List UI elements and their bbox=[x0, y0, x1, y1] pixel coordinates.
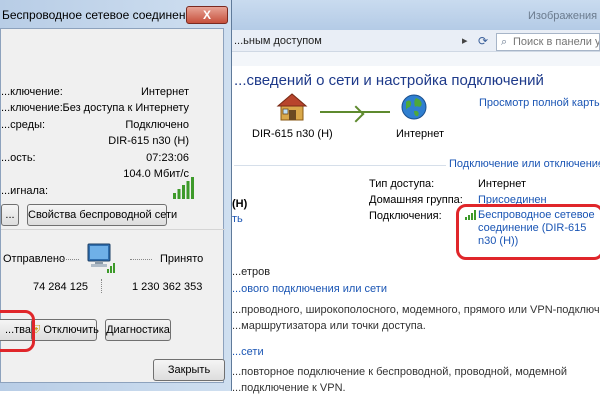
status-label: ...ключение: bbox=[1, 86, 63, 98]
change-settings-heading: ...етров bbox=[232, 266, 271, 278]
received-label: Принято bbox=[160, 253, 204, 265]
connection-line bbox=[320, 111, 390, 113]
connect-disconnect-link[interactable]: Подключение или отключение bbox=[449, 158, 600, 170]
section-divider bbox=[234, 165, 446, 166]
setup-connection-description: ...проводного, широкополосного, модемног… bbox=[232, 302, 600, 334]
search-box[interactable]: ⌕ bbox=[496, 33, 600, 51]
access-type-value: Интернет bbox=[478, 178, 526, 190]
activity-line bbox=[130, 259, 152, 260]
desc-line: ...подключение к VPN. bbox=[232, 382, 346, 394]
bg-window-title: Изображения bbox=[528, 10, 598, 22]
sent-bytes-value: 74 284 125 bbox=[33, 281, 89, 293]
activity-divider bbox=[1, 229, 225, 230]
status-value: Подключено bbox=[125, 119, 189, 131]
connections-label: Подключения: bbox=[369, 210, 442, 222]
breadcrumb[interactable]: ...ьным доступом bbox=[234, 35, 322, 47]
status-value: Интернет bbox=[141, 86, 189, 98]
status-label: ...ключение: bbox=[1, 102, 63, 114]
router-label: DIR-615 n30 (H) bbox=[252, 128, 333, 140]
connect-network-link[interactable]: ...сети bbox=[232, 346, 264, 358]
network-type-link[interactable]: ть bbox=[232, 213, 243, 225]
full-map-link[interactable]: Просмотр полной карты bbox=[479, 97, 600, 109]
chevron-right-icon[interactable]: ▸ bbox=[462, 34, 468, 47]
search-icon: ⌕ bbox=[501, 36, 508, 48]
sent-label: Отправлено bbox=[3, 253, 66, 265]
access-type-label: Тип доступа: bbox=[369, 178, 435, 190]
wireless-properties-button[interactable]: Свойства беспроводной сети bbox=[27, 204, 177, 226]
red-highlight-annotation bbox=[456, 204, 600, 260]
refresh-icon[interactable]: ⟳ bbox=[478, 34, 488, 48]
homegroup-label: Домашняя группа: bbox=[369, 194, 463, 206]
status-label: ...игнала: bbox=[1, 185, 49, 197]
network-name: (H) bbox=[232, 198, 248, 210]
activity-line bbox=[57, 259, 79, 260]
activity-divider-vertical bbox=[101, 279, 102, 293]
house-icon bbox=[276, 93, 308, 121]
status-value: 07:23:06 bbox=[146, 152, 189, 164]
close-button[interactable]: Закрыть bbox=[153, 359, 225, 381]
signal-strength-icon bbox=[173, 177, 194, 199]
computer-icon bbox=[87, 243, 115, 273]
desc-line: ...повторное подключение к беспроводной,… bbox=[232, 366, 568, 378]
status-value: DIR-615 n30 (H) bbox=[108, 135, 189, 147]
status-value: Без доступа к Интернету bbox=[62, 102, 189, 114]
dialog-titlebar[interactable]: Беспроводное сетевое соединение X bbox=[0, 0, 232, 28]
setup-connection-link[interactable]: ...ового подключения или сети bbox=[232, 283, 387, 295]
section-divider-end bbox=[596, 165, 600, 166]
diagnostics-button[interactable]: Диагностика bbox=[105, 319, 171, 341]
red-highlight-annotation bbox=[0, 310, 35, 352]
received-bytes-value: 1 230 362 353 bbox=[132, 281, 203, 293]
connect-network-description: ...повторное подключение к беспроводной,… bbox=[232, 364, 567, 396]
dialog-body: ...ключение: Интернет ...ключение: Без д… bbox=[0, 28, 225, 383]
internet-label: Интернет bbox=[396, 128, 444, 140]
toolbar-strip bbox=[230, 52, 600, 66]
wireless-status-dialog: Беспроводное сетевое соединение X ...клю… bbox=[0, 0, 232, 391]
desc-line: ...маршрутизатора или точки доступа. bbox=[232, 320, 426, 332]
close-icon[interactable]: X bbox=[186, 6, 228, 24]
status-label: ...ость: bbox=[1, 152, 36, 164]
status-label: ...среды: bbox=[1, 119, 46, 131]
details-button[interactable]: ... bbox=[1, 204, 19, 226]
dialog-title: Беспроводное сетевое соединение bbox=[2, 8, 199, 22]
disconnect-label: Отключить bbox=[43, 324, 99, 336]
globe-icon bbox=[401, 94, 427, 120]
search-input[interactable] bbox=[513, 35, 599, 49]
disconnect-button[interactable]: ⛨ Отключить bbox=[31, 319, 99, 341]
desc-line: ...проводного, широкополосного, модемног… bbox=[232, 304, 600, 316]
page-title: ...сведений о сети и настройка подключен… bbox=[234, 72, 544, 89]
